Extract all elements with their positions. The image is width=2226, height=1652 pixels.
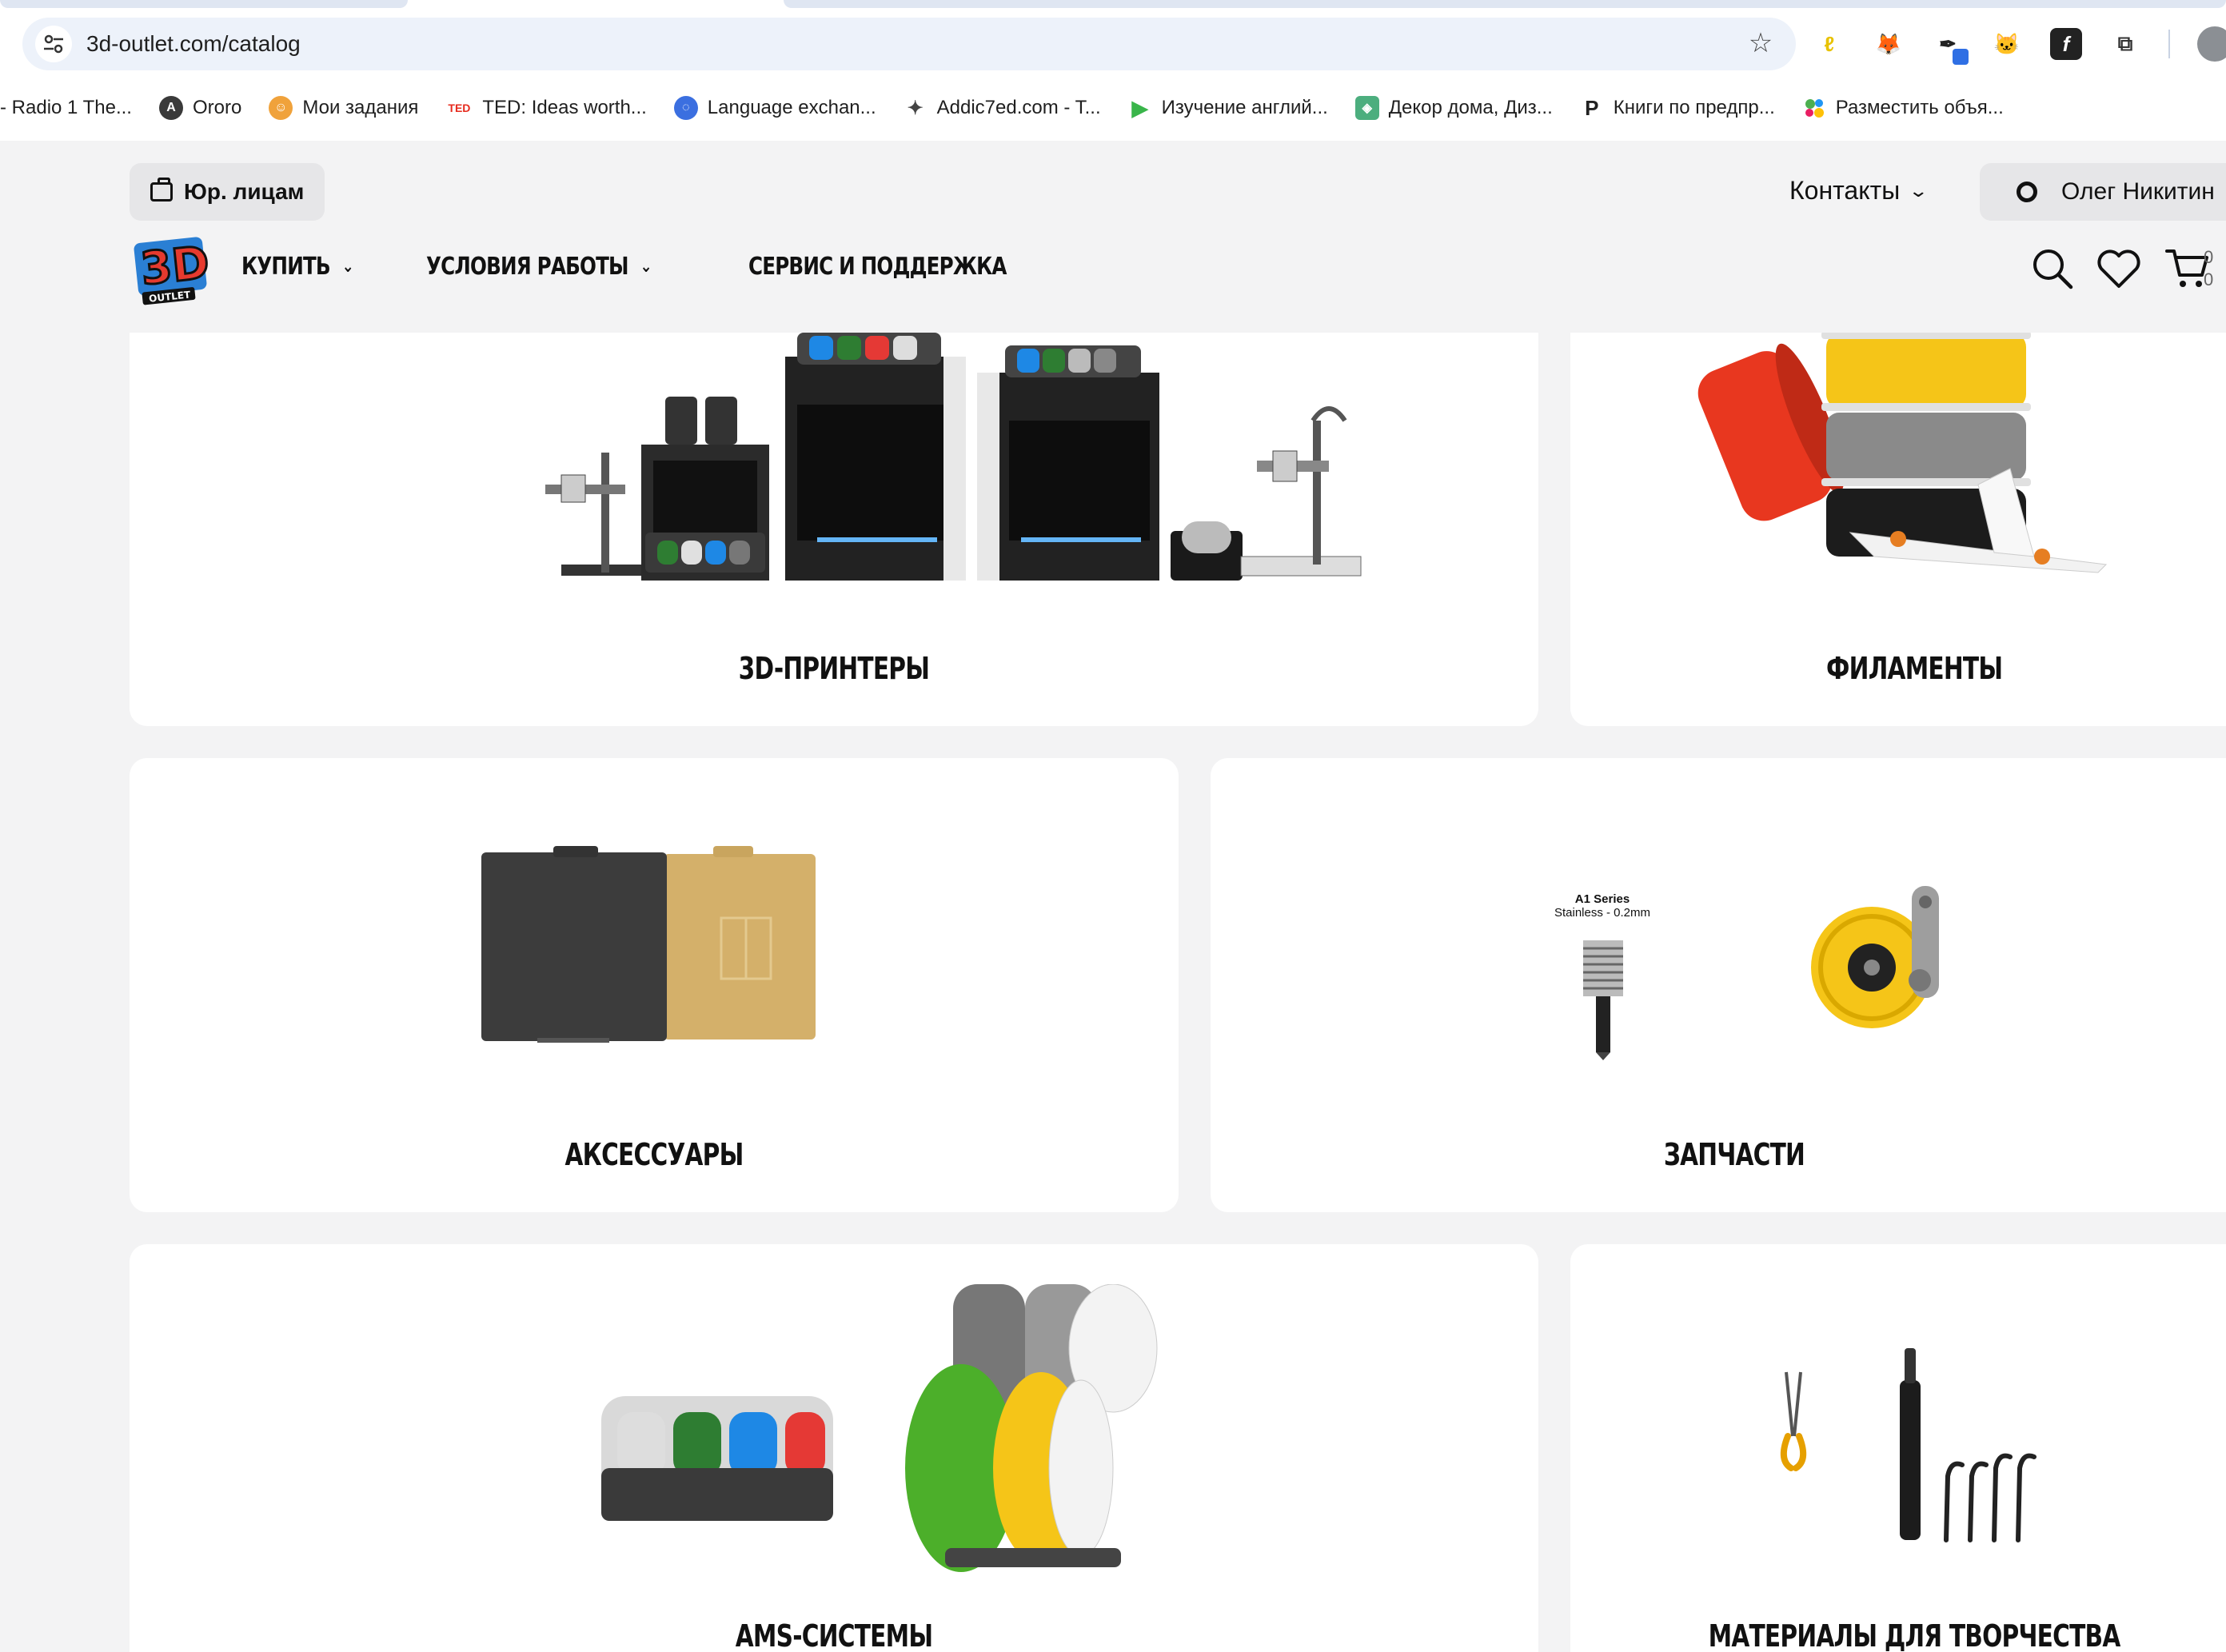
extensions-puzzle-icon[interactable]: ⧉: [2109, 28, 2141, 60]
addic7ed-favicon-icon: ✦: [907, 97, 924, 119]
site-settings-icon[interactable]: [35, 26, 72, 62]
tools-image: [1780, 1348, 2037, 1542]
bookmark-label: TED: Ideas worth...: [482, 97, 647, 118]
nav-label: СЕРВИС И ПОДДЕРЖКА: [748, 253, 1007, 281]
bookmark-star-icon[interactable]: ☆: [1745, 27, 1777, 59]
filaments-image: [1697, 333, 2108, 573]
hotend-image: [1583, 940, 1623, 1060]
catalog-grid: 3D-ПРИНТЕРЫ ФИЛАМЕНТЫ АКСЕССУАРЫ A1 Seri…: [0, 333, 2226, 1652]
build-plates-image: [481, 846, 816, 1043]
bookmark-tasks[interactable]: ☺ Мои задания: [269, 96, 418, 120]
bookmark-label: Разместить объя...: [1835, 97, 2004, 118]
ams-image: [601, 1284, 1158, 1572]
tab-previous[interactable]: [0, 0, 408, 8]
bookmark-language-exchange[interactable]: ◌ Language exchan...: [673, 96, 876, 120]
lion-favicon-icon: ☺: [269, 96, 293, 120]
briefcase-icon: [150, 178, 173, 202]
bookmark-post-ad[interactable]: Разместить объя...: [1802, 96, 2004, 120]
decor-favicon-icon: ◈: [1354, 96, 1379, 120]
dots-favicon-icon: [1802, 96, 1826, 120]
parts-caption-spec: Stainless - 0.2mm: [1554, 906, 1651, 920]
nav-service-support[interactable]: СЕРВИС И ПОДДЕРЖКА: [748, 253, 1007, 281]
address-bar[interactable]: 3d-outlet.com/catalog ☆: [22, 18, 1796, 70]
bookmark-label: - Radio 1 The...: [0, 97, 132, 118]
category-title: МАТЕРИАЛЫ ДЛЯ ТВОРЧЕСТВА: [1708, 1618, 2121, 1652]
chevron-down-icon: ⌄: [640, 257, 652, 277]
category-card-accessories[interactable]: АКСЕССУАРЫ: [130, 758, 1179, 1212]
play-favicon-icon: ▶: [1131, 95, 1148, 120]
parts-caption: A1 Series Stainless - 0.2mm: [1522, 892, 1682, 920]
chevron-down-icon: ⌄: [1908, 180, 1929, 201]
svg-text:3D: 3D: [138, 237, 209, 296]
nav-label: УСЛОВИЯ РАБОТЫ: [425, 253, 629, 281]
parts-caption-series: A1 Series: [1574, 892, 1630, 906]
extension-metamask-icon[interactable]: 🦊: [1873, 28, 1905, 60]
category-title: ФИЛАМЕНТЫ: [1825, 651, 2003, 686]
bookmark-label: Мои задания: [302, 97, 419, 118]
cart-count-items: 0: [2204, 247, 2214, 267]
extruder-gear-image: [1811, 886, 1939, 1028]
printers-image: [545, 333, 1362, 581]
bookmark-label: Декор дома, Диз...: [1388, 97, 1553, 118]
bookmark-english[interactable]: ▶ Изучение англий...: [1128, 96, 1328, 120]
nav-label: КУПИТЬ: [241, 253, 331, 281]
category-title: АКСЕССУАРЫ: [564, 1137, 744, 1172]
cart-count-sum: 0: [2204, 269, 2214, 289]
bookmark-ted[interactable]: TED TED: Ideas worth...: [445, 96, 646, 120]
ted-favicon-icon: TED: [448, 102, 471, 114]
user-name: Олег Никитин: [2061, 178, 2215, 205]
search-icon[interactable]: [2031, 247, 2074, 290]
bookmark-home-decor[interactable]: ◈ Декор дома, Диз...: [1354, 96, 1553, 120]
extension-cat-icon[interactable]: 🐱: [1991, 28, 2023, 60]
profile-avatar[interactable]: [2197, 26, 2226, 62]
bookmark-books[interactable]: P Книги по предпр...: [1580, 96, 1775, 120]
extensions-bar: ℓ 🦊 ✒ 🐱 f ⧉: [1813, 24, 2226, 65]
category-card-ams-systems[interactable]: AMS-СИСТЕМЫ: [130, 1244, 1538, 1652]
user-status-icon: [2017, 182, 2037, 202]
site-header: Юр. лицам Контакты ⌄ Олег Никитин 3D OUT…: [0, 141, 2226, 333]
browser-chrome: 3d-outlet.com/catalog ☆ ℓ 🦊 ✒ 🐱 f ⧉ - Ra…: [0, 0, 2226, 141]
bookmark-addic7ed[interactable]: ✦ Addic7ed.com - T...: [904, 96, 1101, 120]
category-title: AMS-СИСТЕМЫ: [735, 1618, 933, 1652]
heart-icon[interactable]: [2096, 248, 2141, 289]
category-card-3d-printers[interactable]: 3D-ПРИНТЕРЫ: [130, 333, 1538, 726]
category-title: ЗАПЧАСТИ: [1663, 1137, 1805, 1172]
category-card-filaments[interactable]: ФИЛАМЕНТЫ: [1570, 333, 2226, 726]
p-favicon-icon: P: [1585, 95, 1599, 120]
chat-favicon-icon: ◌: [673, 96, 698, 120]
category-title: 3D-ПРИНТЕРЫ: [738, 651, 930, 686]
extension-pen-icon[interactable]: ✒: [1932, 28, 1969, 65]
chevron-down-icon: ⌄: [341, 257, 354, 277]
extension-formula-icon[interactable]: f: [2050, 28, 2082, 60]
contacts-dropdown[interactable]: Контакты ⌄: [1789, 176, 1929, 206]
bookmark-label: Ororo: [192, 97, 242, 118]
url-text[interactable]: 3d-outlet.com/catalog: [86, 31, 301, 57]
category-card-craft-materials[interactable]: МАТЕРИАЛЫ ДЛЯ ТВОРЧЕСТВА: [1570, 1244, 2226, 1652]
nav-terms[interactable]: УСЛОВИЯ РАБОТЫ ⌄: [426, 253, 652, 281]
site-logo[interactable]: 3D OUTLET: [131, 235, 209, 305]
main-nav: КУПИТЬ ⌄ УСЛОВИЯ РАБОТЫ ⌄ СЕРВИС И ПОДДЕ…: [241, 253, 1063, 281]
nav-buy[interactable]: КУПИТЬ ⌄: [241, 253, 354, 281]
header-actions: [2031, 246, 2212, 291]
toolbar-separator: [2168, 30, 2170, 58]
bookmark-ororo[interactable]: A Ororo: [158, 96, 242, 120]
b2b-button[interactable]: Юр. лицам: [130, 163, 325, 221]
b2b-label: Юр. лицам: [184, 179, 305, 204]
bookmark-radio1[interactable]: - Radio 1 The...: [0, 97, 132, 119]
bookmark-label: Language exchan...: [707, 97, 876, 118]
bookmarks-bar: - Radio 1 The... A Ororo ☺ Мои задания T…: [0, 90, 2031, 126]
ororo-favicon-icon: A: [158, 96, 183, 120]
bookmark-label: Изучение англий...: [1161, 97, 1328, 118]
bookmark-label: Addic7ed.com - T...: [936, 97, 1101, 118]
tab-strip: [0, 0, 2226, 8]
cart-counter: 0 0: [2204, 246, 2213, 291]
extension-lingualeo-icon[interactable]: ℓ: [1813, 28, 1845, 60]
user-account-button[interactable]: Олег Никитин: [1980, 163, 2226, 221]
category-card-spare-parts[interactable]: A1 Series Stainless - 0.2mm ЗАПЧАСТИ: [1211, 758, 2226, 1212]
contacts-label: Контакты: [1789, 176, 1901, 205]
bookmark-label: Книги по предпр...: [1613, 97, 1775, 118]
tab-next[interactable]: [784, 0, 2226, 8]
